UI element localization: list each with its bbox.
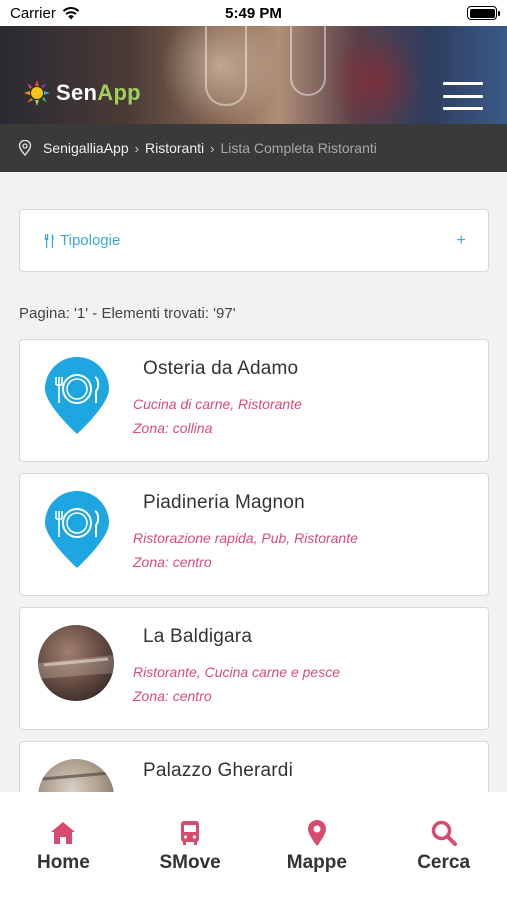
pagination-info: Pagina: '1' - Elementi trovati: '97': [19, 305, 236, 322]
restaurant-categories: Ristorante, Cucina carne e pesce: [133, 664, 340, 680]
status-left: Carrier: [10, 5, 80, 22]
restaurant-card[interactable]: Osteria da Adamo Cucina di carne, Ristor…: [19, 339, 489, 462]
expand-plus-icon: +: [456, 231, 466, 249]
battery-level: [469, 8, 495, 18]
restaurant-categories: Ristorazione rapida, Pub, Ristorante: [133, 530, 358, 546]
tab-smove[interactable]: SMove: [127, 792, 254, 900]
banner-photo-wine: [330, 26, 420, 124]
tab-mappe[interactable]: Mappe: [254, 792, 381, 900]
banner-glass-shape: [290, 26, 326, 96]
header-banner: SenApp: [0, 26, 507, 124]
tab-home[interactable]: Home: [0, 792, 127, 900]
logo-text: SenApp: [56, 80, 141, 106]
carrier-label: Carrier: [10, 4, 56, 22]
banner-glass-shape: [205, 26, 247, 106]
restaurant-name: Osteria da Adamo: [143, 358, 299, 379]
restaurant-photo: [38, 625, 114, 701]
restaurant-pin-icon: [45, 357, 109, 434]
restaurant-zone: Zona: collina: [133, 420, 213, 436]
breadcrumb-current: Lista Completa Ristoranti: [220, 140, 377, 156]
sun-logo-icon: [24, 80, 50, 106]
status-bar: Carrier 5:49 PM: [0, 0, 507, 26]
hamburger-menu-icon[interactable]: [443, 82, 483, 110]
battery-icon: [467, 6, 500, 20]
wifi-icon: [62, 7, 80, 20]
restaurant-name: La Baldigara: [143, 626, 253, 647]
menu-line: [443, 107, 483, 110]
breadcrumb-separator: ›: [210, 140, 215, 156]
restaurant-zone: Zona: centro: [133, 688, 212, 704]
utensils-icon: [45, 233, 54, 248]
bus-icon: [181, 821, 200, 845]
location-pin-icon: [18, 140, 32, 156]
bottom-tab-bar: Home SMove Mappe Cerca: [0, 792, 507, 900]
tab-cerca[interactable]: Cerca: [380, 792, 507, 900]
restaurant-card[interactable]: La Baldigara Ristorante, Cucina carne e …: [19, 607, 489, 730]
logo-text-sen: Sen: [56, 80, 98, 105]
app-logo[interactable]: SenApp: [22, 78, 141, 108]
breadcrumb: SenigalliaApp › Ristoranti › Lista Compl…: [0, 124, 507, 172]
restaurant-card[interactable]: Piadineria Magnon Ristorazione rapida, P…: [19, 473, 489, 596]
breadcrumb-ristoranti[interactable]: Ristoranti: [145, 140, 204, 156]
home-icon: [51, 822, 76, 844]
tab-cerca-label: Cerca: [417, 852, 471, 873]
filter-tipologie-toggle[interactable]: Tipologie +: [19, 209, 489, 272]
restaurant-categories: Cucina di carne, Ristorante: [133, 396, 302, 412]
restaurant-name: Piadineria Magnon: [143, 492, 305, 513]
tab-smove-label: SMove: [159, 852, 221, 873]
tab-home-label: Home: [36, 852, 90, 873]
menu-line: [443, 82, 483, 85]
menu-line: [443, 94, 483, 98]
tab-mappe-label: Mappe: [286, 852, 347, 873]
search-icon: [431, 820, 457, 846]
map-pin-icon: [307, 820, 326, 846]
filter-label-text: Tipologie: [60, 232, 121, 249]
breadcrumb-home[interactable]: SenigalliaApp: [43, 140, 129, 156]
breadcrumb-separator: ›: [134, 140, 139, 156]
photo-sign-graphic: [38, 655, 114, 679]
restaurant-pin-icon: [45, 491, 109, 568]
restaurant-zone: Zona: centro: [133, 554, 212, 570]
filter-label: Tipologie: [44, 232, 120, 249]
logo-text-app: App: [97, 80, 141, 105]
restaurant-name: Palazzo Gherardi: [143, 760, 293, 781]
